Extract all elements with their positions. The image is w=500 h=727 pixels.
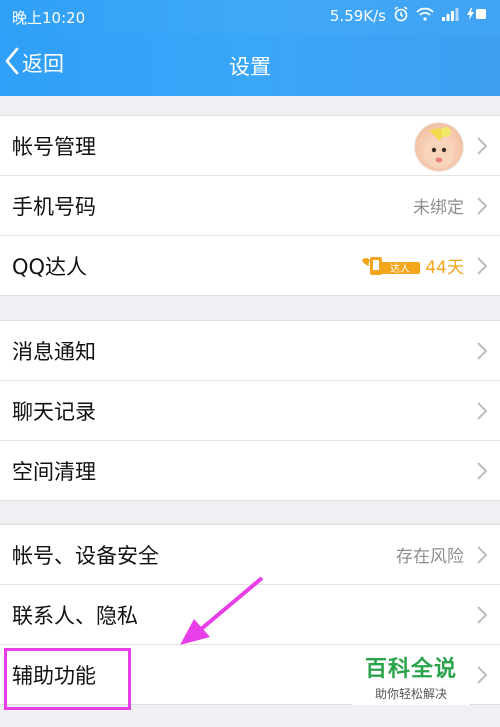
chevron-right-icon xyxy=(476,401,488,425)
settings-item-account-management[interactable]: 帐号管理 xyxy=(0,116,500,176)
settings-item-label: 帐号、设备安全 xyxy=(12,543,159,568)
signal-icon xyxy=(441,7,459,25)
watermark-subtitle: 助你轻松解决 xyxy=(374,687,447,701)
settings-item-label: 空间清理 xyxy=(12,459,96,484)
chevron-right-icon xyxy=(476,665,488,689)
settings-item-label: 帐号管理 xyxy=(12,134,96,159)
chevron-right-icon xyxy=(476,341,488,365)
settings-item-label: QQ达人 xyxy=(12,254,88,279)
settings-item-phone-number[interactable]: 手机号码 未绑定 xyxy=(0,176,500,236)
settings-item-value: 未绑定 xyxy=(413,198,464,218)
chevron-right-icon xyxy=(476,605,488,629)
qq-expert-days: 44天 xyxy=(425,258,464,278)
settings-group-account: 帐号管理 手机号码 未绑定 QQ达人 达人 44天 xyxy=(0,115,500,296)
charging-icon xyxy=(466,7,488,25)
annotation-arrow-icon xyxy=(180,576,264,645)
qq-badge-text: 达人 xyxy=(390,263,410,275)
chevron-right-icon xyxy=(476,256,488,280)
chevron-right-icon xyxy=(476,545,488,569)
chevron-right-icon xyxy=(476,136,488,160)
avatar xyxy=(414,122,464,172)
settings-item-label: 手机号码 xyxy=(12,194,96,219)
settings-group-messages: 消息通知 聊天记录 空间清理 xyxy=(0,320,500,501)
alarm-icon xyxy=(393,6,409,26)
settings-item-chat-history[interactable]: 聊天记录 xyxy=(0,381,500,441)
title-bar: 返回 设置 xyxy=(0,34,500,96)
chevron-right-icon xyxy=(476,461,488,485)
settings-item-label: 消息通知 xyxy=(12,339,96,364)
settings-item-label: 聊天记录 xyxy=(12,399,96,424)
qq-expert-badge-icon: 达人 xyxy=(360,254,422,282)
watermark-title: 百科全说 xyxy=(364,657,457,682)
settings-item-storage-cleanup[interactable]: 空间清理 xyxy=(0,441,500,500)
settings-item-qq-expert[interactable]: QQ达人 达人 44天 xyxy=(0,236,500,295)
settings-item-label: 联系人、隐私 xyxy=(12,603,138,628)
chevron-right-icon xyxy=(476,196,488,220)
status-icons: 5.59K/s xyxy=(330,6,488,26)
settings-item-notifications[interactable]: 消息通知 xyxy=(0,321,500,381)
page-title: 设置 xyxy=(229,55,271,79)
network-speed: 5.59K/s xyxy=(329,7,386,25)
status-time: 晚上10:20 xyxy=(12,9,86,27)
watermark-logo: 百科全说 助你轻松解决 xyxy=(352,645,470,705)
wifi-icon xyxy=(416,7,434,25)
settings-item-value: 存在风险 xyxy=(396,547,464,567)
status-bar: 晚上10:20 5.59K/s xyxy=(0,0,500,34)
annotation-highlight-box xyxy=(4,648,131,710)
